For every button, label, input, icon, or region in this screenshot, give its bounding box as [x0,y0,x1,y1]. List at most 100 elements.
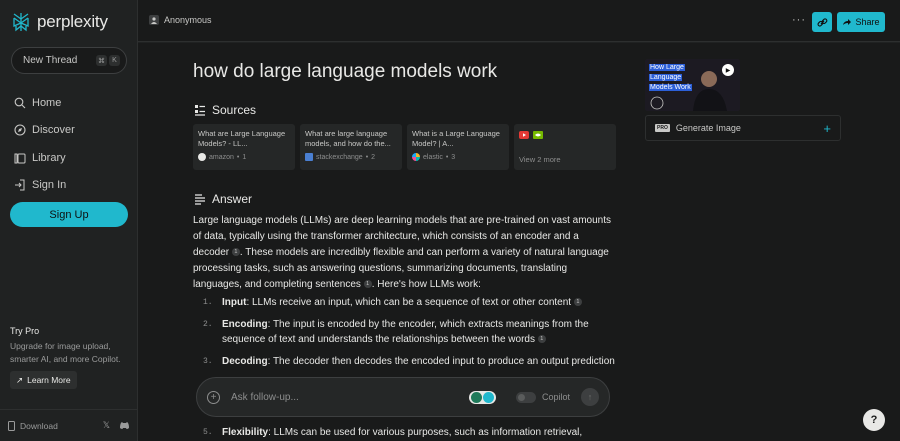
sources-icon [195,105,205,116]
try-pro-panel: Try Pro Upgrade for image upload, smarte… [10,326,130,389]
sidebar-item-label: Sign In [32,179,67,192]
elastic-favicon-icon [412,153,420,161]
answer-paragraph: Large language models (LLMs) are deep le… [193,215,612,290]
list-item: 1. Input: LLMs receive an input, which c… [193,295,623,311]
source-title: What are large language models, and how … [305,129,391,148]
list-item: 5. Flexibility: LLMs can be used for var… [203,427,583,438]
source-card[interactable]: What are large language models, and how … [300,124,402,170]
sidebar-footer: Download 𝕏 [0,409,138,441]
try-pro-title: Try Pro [10,326,40,336]
link-icon [816,17,827,27]
source-index: 2 [371,153,376,161]
main-content: how do large language models work Source… [138,43,900,441]
copilot-label: Copilot [541,392,570,402]
attach-plus-icon[interactable]: + [207,390,220,404]
sources-list: What are Large Language Models? - LL... … [193,124,616,170]
steps-list-continued: 5. Flexibility: LLMs can be used for var… [193,425,623,441]
source-meta: amazon • 1 [198,153,290,161]
user-name: Anonymous [164,15,212,25]
sign-up-button[interactable]: Sign Up [10,202,128,227]
download-button[interactable]: Download [8,420,94,431]
logo[interactable]: perplexity [11,12,108,32]
search-icon [14,97,26,109]
answer-heading-label: Answer [212,192,253,206]
source-index: 3 [451,153,456,161]
user-indicator: Anonymous [149,15,212,25]
source-title: What is a Large Language Model? | A... [412,129,500,148]
video-title: How Large Language Models Work [649,64,692,91]
sidebar-item-library[interactable]: Library [14,144,75,172]
amazon-favicon-icon [198,153,206,161]
learn-more-label: Learn More [27,375,71,385]
sidebar-item-home[interactable]: Home [14,89,75,117]
source-site: amazon [209,153,234,161]
user-avatar-icon [149,15,159,25]
perplexity-logo-icon [13,13,29,32]
discord-icon[interactable] [119,421,130,430]
top-bar: Anonymous ··· Share [138,0,900,42]
arrow-up-right-icon: ↗ [16,374,24,385]
library-icon [14,153,26,164]
shortcut-cmd-key: ⌘ [96,55,107,66]
list-item: 3. Decoding: The decoder then decodes th… [193,354,623,369]
view-more-label: View 2 more [519,155,561,164]
follow-up-bar: + Copilot ↑ [196,377,610,417]
source-card[interactable]: What are Large Language Models? - LL... … [193,124,295,170]
share-arrow-icon [843,19,852,25]
answer-lines-icon [195,194,205,205]
source-site: elastic [423,153,443,161]
compass-icon [14,124,26,136]
play-icon: ▶ [722,64,734,76]
citation-badge[interactable]: 1 [363,280,372,288]
source-index: 1 [242,153,247,161]
x-twitter-icon[interactable]: 𝕏 [103,420,110,431]
steps-list: 1. Input: LLMs receive an input, which c… [193,295,623,375]
more-options-icon[interactable]: ··· [792,14,806,26]
model-icon [482,391,494,403]
new-thread-button[interactable]: New Thread ⌘ K [11,47,127,74]
sidebar-nav: Home Discover Library Sign In [14,89,75,199]
logo-text: perplexity [37,12,108,31]
download-label: Download [20,420,58,431]
sidebar: perplexity New Thread ⌘ K Home Discover … [0,0,138,441]
pro-tag: PRO [655,124,670,132]
help-button[interactable]: ? [863,409,885,431]
youtube-icon [519,131,529,139]
sidebar-item-label: Home [32,96,62,109]
shortcut-k-key: K [109,55,120,66]
sidebar-item-sign-in[interactable]: Sign In [14,172,75,200]
generate-image-button[interactable]: PRO Generate Image + [645,115,841,141]
submit-arrow-icon[interactable]: ↑ [581,388,599,406]
copilot-toggle[interactable] [515,391,536,403]
stackexchange-favicon-icon [305,153,313,161]
citation-badge[interactable]: 1 [537,335,546,343]
source-title: What are Large Language Models? - LL... [198,129,286,148]
sources-heading: Sources [194,103,256,117]
focus-badges[interactable] [468,390,496,404]
sidebar-item-label: Discover [32,124,75,137]
share-button[interactable]: Share [837,12,885,32]
citation-badge[interactable]: 1 [573,298,582,306]
copy-link-button[interactable] [812,12,832,32]
plus-icon: + [823,120,831,136]
source-meta: stackexchange • 2 [305,153,397,161]
new-thread-label: New Thread [23,55,78,66]
try-pro-description: Upgrade for image upload, smarter AI, an… [10,341,121,364]
share-label: Share [855,17,880,27]
source-site: stackexchange [316,153,363,161]
sources-heading-label: Sources [212,103,257,117]
sidebar-item-discover[interactable]: Discover [14,117,75,145]
sidebar-item-label: Library [32,151,66,164]
learn-more-button[interactable]: ↗ Learn More [10,371,77,389]
sign-in-icon [15,179,25,191]
question-title: how do large language models work [193,61,498,82]
citation-badge[interactable]: 1 [231,248,240,256]
video-thumbnail[interactable]: How Large Language Models Work ▶ [645,59,740,111]
source-card[interactable]: What is a Large Language Model? | A... e… [407,124,509,170]
source-meta: elastic • 3 [412,153,504,161]
generate-image-label: Generate Image [675,123,741,133]
follow-up-input[interactable] [231,391,469,403]
answer-heading: Answer [194,192,252,206]
view-more-sources[interactable]: View 2 more [514,124,616,170]
focus-icon [470,391,482,403]
